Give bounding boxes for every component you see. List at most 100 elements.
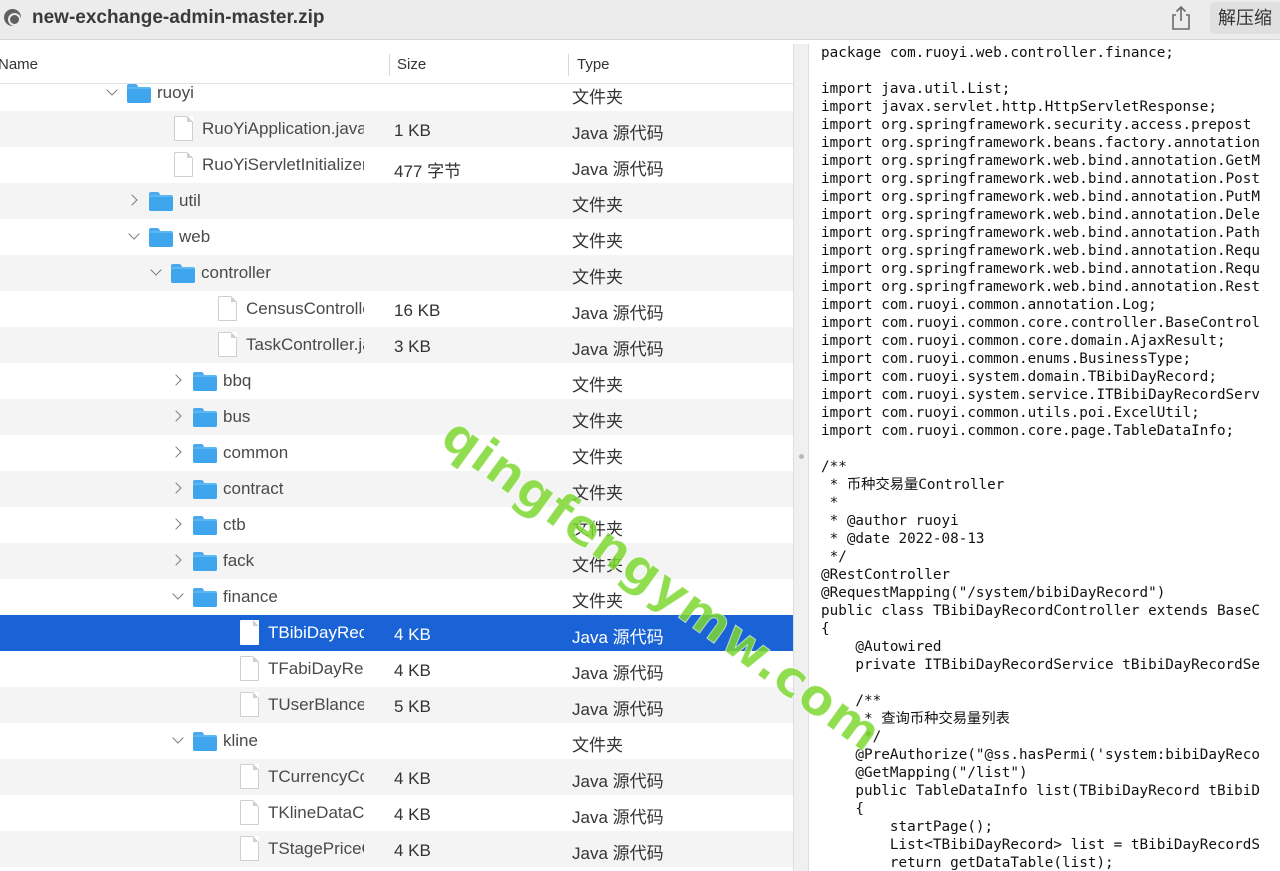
chevron-right-icon[interactable] <box>128 193 140 207</box>
item-type: Java 源代码 <box>572 628 664 647</box>
item-name: TStagePriceC <box>268 839 364 858</box>
file-row[interactable]: TKlineDataCo 4 KB Java 源代码 <box>0 795 793 831</box>
item-size: 4 KB <box>394 661 431 680</box>
folder-icon <box>149 192 173 211</box>
folder-icon <box>193 516 217 535</box>
folder-icon <box>193 732 217 751</box>
folder-row[interactable]: kline 文件夹 <box>0 723 793 759</box>
chevron-right-icon[interactable] <box>172 481 184 495</box>
item-type: 文件夹 <box>572 376 623 395</box>
item-name: common <box>223 443 289 462</box>
share-icon[interactable] <box>1169 5 1193 31</box>
folder-icon <box>193 552 217 571</box>
chevron-down-icon[interactable] <box>106 85 118 99</box>
folder-row[interactable]: util 文件夹 <box>0 183 793 219</box>
item-size: 4 KB <box>394 625 431 644</box>
folder-row[interactable]: bbq 文件夹 <box>0 363 793 399</box>
item-name: TaskController.ja <box>246 335 364 354</box>
file-row[interactable]: CensusControlle 16 KB Java 源代码 <box>0 291 793 327</box>
item-name: TKlineDataCo <box>268 803 364 822</box>
folder-icon <box>193 480 217 499</box>
zip-archive-icon <box>4 9 21 26</box>
divider-handle-icon[interactable] <box>799 454 804 459</box>
file-icon <box>240 656 259 681</box>
item-name: ruoyi <box>157 83 194 102</box>
item-name: RuoYiApplication.java <box>202 119 364 138</box>
folder-row[interactable]: ctb 文件夹 <box>0 507 793 543</box>
code-text: package com.ruoyi.web.controller.finance… <box>821 45 1260 871</box>
folder-row[interactable]: bus 文件夹 <box>0 399 793 435</box>
folder-row[interactable]: controller 文件夹 <box>0 255 793 291</box>
file-row[interactable]: TFabiDayRecc 4 KB Java 源代码 <box>0 651 793 687</box>
split-divider[interactable] <box>793 44 809 871</box>
folder-icon <box>127 84 151 103</box>
folder-row[interactable]: common 文件夹 <box>0 435 793 471</box>
column-type[interactable]: Type <box>577 56 610 73</box>
item-size: 477 字节 <box>394 162 462 181</box>
item-name: CensusControlle <box>246 299 364 318</box>
item-type: Java 源代码 <box>572 844 664 863</box>
item-type: 文件夹 <box>572 232 623 251</box>
column-divider[interactable] <box>389 54 390 76</box>
folder-icon <box>149 228 173 247</box>
chevron-down-icon[interactable] <box>172 733 184 747</box>
folder-icon <box>193 444 217 463</box>
item-type: Java 源代码 <box>572 304 664 323</box>
item-name: controller <box>201 263 271 282</box>
item-size: 1 KB <box>394 121 431 140</box>
item-type: Java 源代码 <box>572 160 664 179</box>
folder-icon <box>193 408 217 427</box>
file-row[interactable]: TCurrencyCor 4 KB Java 源代码 <box>0 759 793 795</box>
code-preview: package com.ruoyi.web.controller.finance… <box>809 44 1280 871</box>
item-name: bus <box>223 407 251 426</box>
folder-row[interactable]: fack 文件夹 <box>0 543 793 579</box>
item-type: 文件夹 <box>572 88 623 107</box>
item-type: Java 源代码 <box>572 772 664 791</box>
chevron-right-icon[interactable] <box>172 445 184 459</box>
chevron-down-icon[interactable] <box>150 265 162 279</box>
item-name: contract <box>223 479 284 498</box>
item-size: 5 KB <box>394 697 431 716</box>
file-row[interactable]: TaskController.ja 3 KB Java 源代码 <box>0 327 793 363</box>
chevron-right-icon[interactable] <box>172 373 184 387</box>
item-type: 文件夹 <box>572 556 623 575</box>
file-icon <box>240 764 259 789</box>
column-name[interactable]: Name <box>0 56 38 73</box>
folder-icon <box>171 264 195 283</box>
file-row[interactable]: TUserBlanceC 5 KB Java 源代码 <box>0 687 793 723</box>
item-name: TFabiDayRecc <box>268 659 364 678</box>
file-icon <box>240 836 259 861</box>
unzip-button[interactable]: 解压缩 <box>1210 2 1280 34</box>
folder-row[interactable]: web 文件夹 <box>0 219 793 255</box>
column-header: Name Size Type <box>0 44 793 84</box>
file-row[interactable]: RuoYiServletInitializer. 477 字节 Java 源代码 <box>0 147 793 183</box>
item-type: Java 源代码 <box>572 664 664 683</box>
item-type: Java 源代码 <box>572 340 664 359</box>
folder-row[interactable]: finance 文件夹 <box>0 579 793 615</box>
folder-row[interactable]: contract 文件夹 <box>0 471 793 507</box>
chevron-right-icon[interactable] <box>172 553 184 567</box>
item-name: RuoYiServletInitializer. <box>202 155 364 174</box>
file-row[interactable]: TStagePriceC 4 KB Java 源代码 <box>0 831 793 867</box>
item-size: 4 KB <box>394 769 431 788</box>
window-title: new-exchange-admin-master.zip <box>32 7 325 28</box>
item-type: 文件夹 <box>572 196 623 215</box>
file-row[interactable]: RuoYiApplication.java 1 KB Java 源代码 <box>0 111 793 147</box>
file-row[interactable]: TBibiDayReco 4 KB Java 源代码 <box>0 615 793 651</box>
column-size[interactable]: Size <box>397 56 426 73</box>
chevron-right-icon[interactable] <box>172 409 184 423</box>
file-browser: Name Size Type ruoyi 文件夹 RuoYiApplication.… <box>0 44 793 871</box>
chevron-down-icon[interactable] <box>172 589 184 603</box>
item-name: ctb <box>223 515 246 534</box>
item-type: 文件夹 <box>572 736 623 755</box>
column-divider[interactable] <box>568 54 569 76</box>
chevron-right-icon[interactable] <box>172 517 184 531</box>
file-icon <box>218 296 237 321</box>
folder-icon <box>193 372 217 391</box>
chevron-down-icon[interactable] <box>128 229 140 243</box>
item-type: 文件夹 <box>572 484 623 503</box>
file-icon <box>240 800 259 825</box>
item-name: TCurrencyCor <box>268 767 364 786</box>
item-type: 文件夹 <box>572 268 623 287</box>
item-size: 16 KB <box>394 301 441 320</box>
